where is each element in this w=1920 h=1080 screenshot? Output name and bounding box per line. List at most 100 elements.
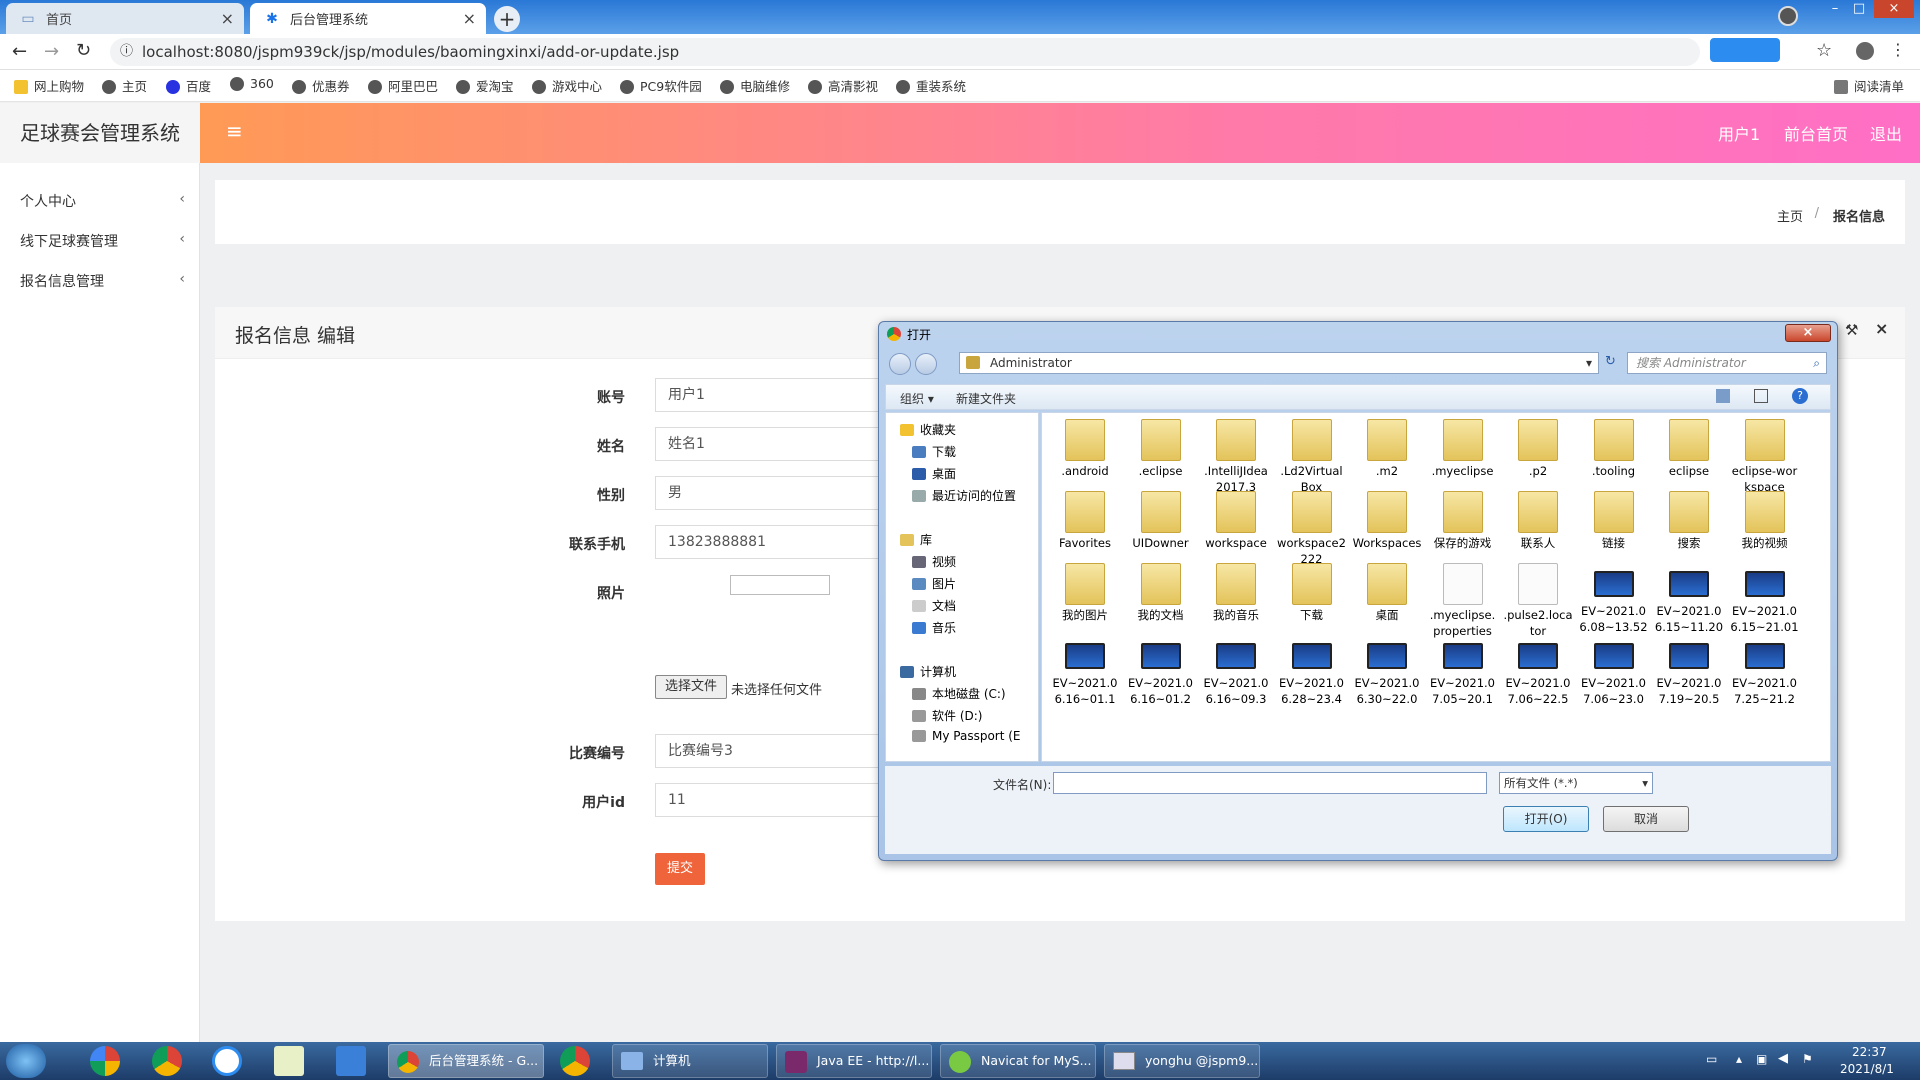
- file-item[interactable]: .myeclipse.properties: [1428, 563, 1498, 639]
- bookmark-item[interactable]: 游戏中心: [532, 76, 602, 95]
- bookmark-item[interactable]: 爱淘宝: [456, 76, 514, 95]
- bookmark-item[interactable]: 重装系统: [896, 76, 966, 95]
- file-item[interactable]: .pulse2.locator: [1503, 563, 1573, 639]
- profile-icon[interactable]: [1856, 42, 1874, 60]
- forward-icon[interactable]: [915, 353, 937, 375]
- chevron-down-icon[interactable]: ▾: [1586, 353, 1592, 373]
- app-pinned-icon[interactable]: [90, 1046, 120, 1076]
- tree-item[interactable]: 下载: [912, 443, 956, 460]
- file-item[interactable]: .IntelliJIdea2017.3: [1201, 419, 1271, 495]
- breadcrumb-home[interactable]: 主页: [1777, 206, 1803, 225]
- bookmark-item[interactable]: PC9软件园: [620, 76, 702, 95]
- file-manager-icon[interactable]: [336, 1046, 366, 1076]
- cancel-button[interactable]: 取消: [1603, 806, 1689, 832]
- flag-icon[interactable]: ⚑: [1802, 1052, 1813, 1066]
- submit-button[interactable]: 提交: [655, 853, 705, 885]
- tree-item[interactable]: 图片: [912, 575, 956, 592]
- dialog-close-button[interactable]: ×: [1785, 324, 1831, 342]
- header-link-frontpage[interactable]: 前台首页: [1784, 121, 1848, 145]
- dialog-search-input[interactable]: 搜索 Administrator ⌕: [1627, 352, 1827, 374]
- view-icon[interactable]: [1716, 389, 1730, 403]
- help-icon[interactable]: ?: [1792, 388, 1808, 404]
- file-item[interactable]: EV~2021.06.16~01.2: [1126, 635, 1196, 707]
- start-button[interactable]: [6, 1044, 46, 1078]
- file-item[interactable]: EV~2021.06.28~23.4: [1277, 635, 1347, 707]
- filename-input[interactable]: [1053, 772, 1487, 794]
- bookmark-item[interactable]: 百度: [166, 76, 211, 95]
- volume-icon[interactable]: ◀: [1778, 1051, 1788, 1066]
- file-item[interactable]: 我的视频: [1730, 491, 1800, 551]
- star-icon[interactable]: ☆: [1816, 40, 1832, 61]
- bookmark-item[interactable]: 电脑维修: [720, 76, 790, 95]
- header-link-user[interactable]: 用户1: [1718, 121, 1760, 145]
- choose-file-button[interactable]: 选择文件: [655, 675, 727, 699]
- file-item[interactable]: EV~2021.06.30~22.0: [1352, 635, 1422, 707]
- file-item[interactable]: workspace2222: [1277, 491, 1347, 567]
- file-item[interactable]: 搜索: [1654, 491, 1724, 551]
- clock-date[interactable]: 2021/8/1: [1840, 1062, 1894, 1076]
- file-item[interactable]: Favorites: [1050, 491, 1120, 551]
- file-item[interactable]: 下载: [1277, 563, 1347, 623]
- close-icon[interactable]: ×: [221, 9, 234, 28]
- taskbar-item-table[interactable]: yonghu @jspm9...: [1104, 1044, 1260, 1078]
- chrome-icon[interactable]: [152, 1046, 182, 1076]
- file-item[interactable]: EV~2021.07.06~23.0: [1579, 635, 1649, 707]
- maximize-icon[interactable]: □: [1848, 0, 1870, 18]
- tray-arrow-icon[interactable]: ▴: [1736, 1052, 1742, 1066]
- profile-badge-icon[interactable]: [1778, 6, 1798, 26]
- file-item[interactable]: eclipse-workspace: [1730, 419, 1800, 495]
- bookmark-item[interactable]: 360: [230, 76, 274, 91]
- close-icon[interactable]: ×: [1875, 319, 1888, 338]
- tree-item[interactable]: 桌面: [912, 465, 956, 482]
- cloud-app-icon[interactable]: [212, 1046, 242, 1076]
- tree-computer[interactable]: 计算机: [900, 663, 956, 680]
- file-item[interactable]: 我的音乐: [1201, 563, 1271, 623]
- file-item[interactable]: 链接: [1579, 491, 1649, 551]
- file-item[interactable]: EV~2021.07.25~21.2: [1730, 635, 1800, 707]
- file-item[interactable]: .Ld2VirtualBox: [1277, 419, 1347, 495]
- browser-tab-admin[interactable]: ✱ 后台管理系统 ×: [250, 3, 486, 34]
- taskbar-item-eclipse[interactable]: Java EE - http://l...: [776, 1044, 932, 1078]
- bookmark-item[interactable]: 阿里巴巴: [368, 76, 438, 95]
- back-icon[interactable]: [889, 353, 911, 375]
- preview-pane-icon[interactable]: [1754, 389, 1768, 403]
- new-folder-button[interactable]: 新建文件夹: [956, 390, 1016, 407]
- wrench-icon[interactable]: ⚒: [1845, 321, 1858, 339]
- reload-icon[interactable]: ↻: [76, 40, 91, 61]
- file-item[interactable]: 联系人: [1503, 491, 1573, 551]
- file-item[interactable]: EV~2021.06.16~01.1: [1050, 635, 1120, 707]
- gender-select[interactable]: 男: [655, 476, 885, 510]
- clock-time[interactable]: 22:37: [1852, 1045, 1887, 1059]
- user-id-input[interactable]: 11: [655, 783, 885, 817]
- address-bar[interactable]: ⓘ localhost:8080/jspm939ck/jsp/modules/b…: [110, 38, 1700, 66]
- window-close-icon[interactable]: ×: [1874, 0, 1914, 18]
- name-input[interactable]: 姓名1: [655, 427, 885, 461]
- file-item[interactable]: eclipse: [1654, 419, 1724, 479]
- taskbar-item-computer[interactable]: 计算机: [612, 1044, 768, 1078]
- file-item[interactable]: .eclipse: [1126, 419, 1196, 479]
- file-item[interactable]: 桌面: [1352, 563, 1422, 623]
- notepad-icon[interactable]: [274, 1046, 304, 1076]
- sidebar-item-personal[interactable]: 个人中心 ‹: [20, 191, 185, 211]
- address-bar[interactable]: Administrator ▾: [959, 352, 1599, 374]
- bookmark-item[interactable]: 主页: [102, 76, 147, 95]
- file-item[interactable]: .p2: [1503, 419, 1573, 479]
- file-item[interactable]: UIDowner: [1126, 491, 1196, 551]
- close-icon[interactable]: ×: [463, 9, 476, 28]
- bookmark-item[interactable]: 网上购物: [14, 76, 84, 95]
- browser-tab-home[interactable]: ▭ 首页 ×: [6, 3, 244, 34]
- taskbar-item-navicat[interactable]: Navicat for MyS...: [940, 1044, 1096, 1078]
- reading-list[interactable]: 阅读清单: [1834, 76, 1904, 95]
- minimize-icon[interactable]: –: [1824, 0, 1846, 18]
- file-item[interactable]: .myeclipse: [1428, 419, 1498, 479]
- match-number-input[interactable]: 比赛编号3: [655, 734, 885, 768]
- network-icon[interactable]: ▣: [1756, 1052, 1767, 1066]
- tree-libraries[interactable]: 库: [900, 531, 932, 548]
- header-link-logout[interactable]: 退出: [1870, 121, 1902, 145]
- refresh-icon[interactable]: ↻: [1605, 354, 1616, 369]
- file-item[interactable]: 保存的游戏: [1428, 491, 1498, 551]
- tree-item[interactable]: My Passport (E: [912, 729, 1021, 743]
- organize-button[interactable]: 组织 ▾: [900, 390, 934, 407]
- file-item[interactable]: workspace: [1201, 491, 1271, 551]
- file-item[interactable]: Workspaces: [1352, 491, 1422, 551]
